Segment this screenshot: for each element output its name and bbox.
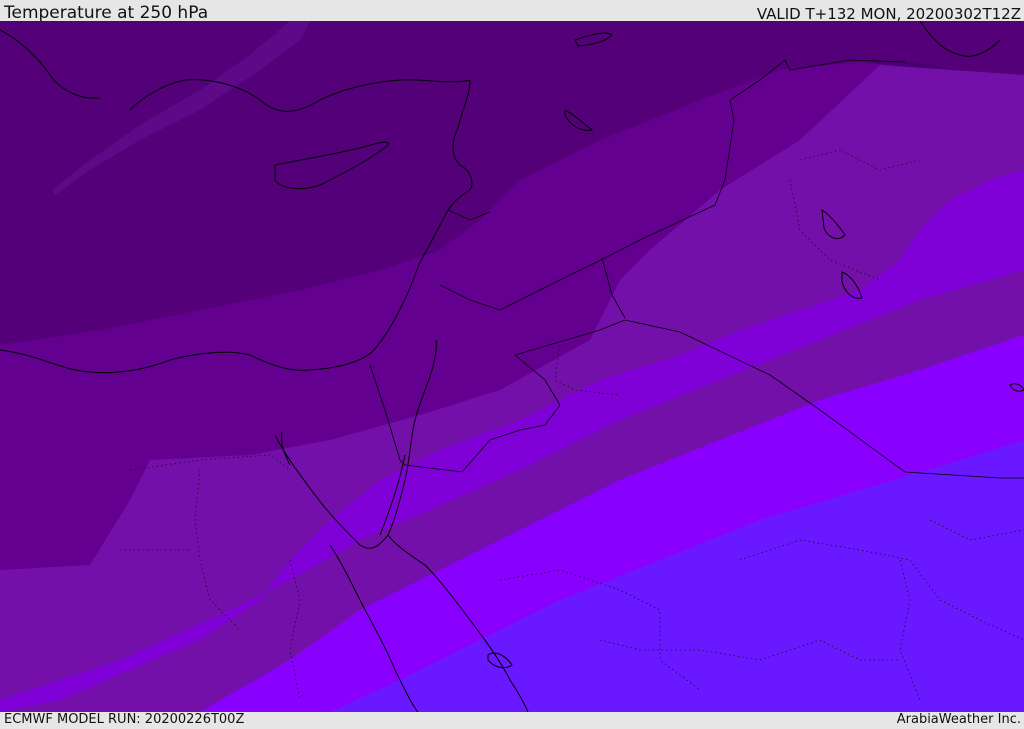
header-bar: Temperature at 250 hPa VALID T+132 MON, …: [0, 0, 1024, 23]
footer-bar: ECMWF MODEL RUN: 20200226T00Z ArabiaWeat…: [0, 712, 1024, 729]
weather-map[interactable]: [0, 21, 1024, 712]
credit: ArabiaWeather Inc.: [896, 712, 1021, 727]
map-title: Temperature at 250 hPa: [4, 3, 209, 23]
model-run: ECMWF MODEL RUN: 20200226T00Z: [4, 712, 245, 727]
